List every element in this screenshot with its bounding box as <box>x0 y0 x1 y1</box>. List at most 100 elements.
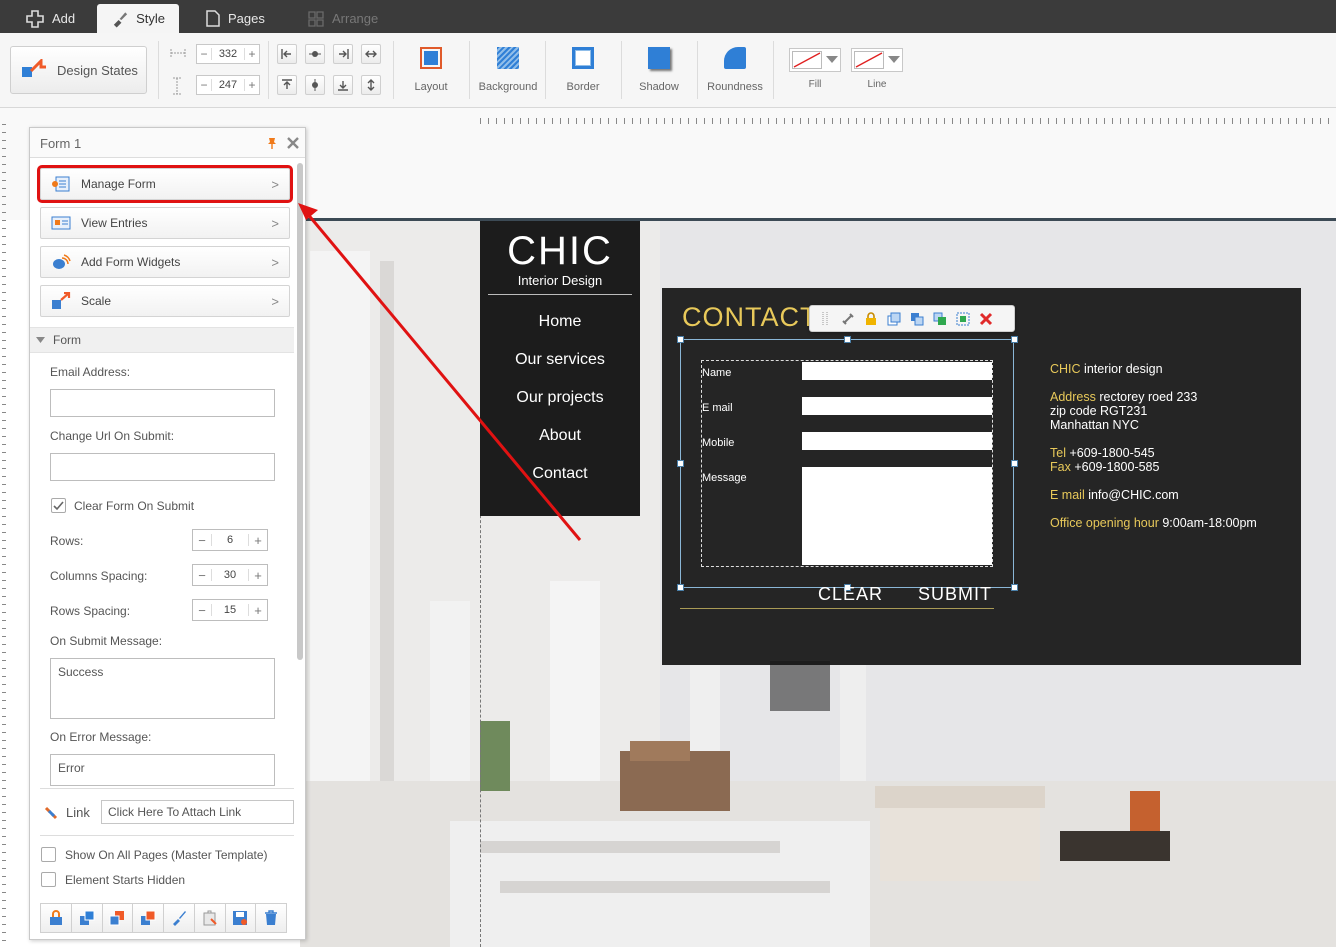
decrement-button[interactable]: − <box>193 533 211 548</box>
height-value[interactable]: 247 <box>211 79 245 91</box>
drag-handle-icon[interactable] <box>816 310 834 328</box>
bring-to-front-button[interactable] <box>70 903 103 933</box>
lock-icon[interactable] <box>862 310 880 328</box>
rows-spacing-value[interactable]: 15 <box>211 604 249 616</box>
starts-hidden-checkbox[interactable] <box>41 872 56 887</box>
send-to-back-button[interactable] <box>101 903 134 933</box>
nav-item-about[interactable]: About <box>480 417 640 455</box>
clear-button[interactable]: CLEAR <box>818 584 883 605</box>
contact-section[interactable]: CONTACT Name E mail Mobile Message CLEAR… <box>662 288 1301 665</box>
align-middle-button[interactable] <box>305 75 325 95</box>
resize-handle[interactable] <box>1011 460 1018 467</box>
increment-button[interactable]: + <box>249 603 267 618</box>
email-address-input[interactable] <box>50 389 275 417</box>
manage-form-button[interactable]: Manage Form > <box>37 165 293 203</box>
tab-pages[interactable]: Pages <box>192 4 279 33</box>
shadow-tool[interactable]: Shadow <box>624 45 694 93</box>
panel-scrollbar[interactable] <box>297 163 303 660</box>
tab-add[interactable]: Add <box>12 4 89 33</box>
error-message-textarea[interactable]: Error <box>50 754 275 786</box>
email-input[interactable] <box>802 397 992 415</box>
delete-icon[interactable] <box>977 310 995 328</box>
send-backward-icon[interactable] <box>931 310 949 328</box>
link-icon[interactable] <box>839 310 857 328</box>
master-template-checkbox[interactable] <box>41 847 56 862</box>
duplicate-button[interactable] <box>132 903 164 933</box>
width-stepper[interactable]: − 332 + <box>196 44 260 64</box>
roundness-tool[interactable]: Roundness <box>700 45 770 93</box>
add-form-widgets-button[interactable]: Add Form Widgets > <box>40 246 290 278</box>
close-icon[interactable] <box>287 137 299 149</box>
panel-header[interactable]: Form 1 <box>30 128 305 158</box>
name-input[interactable] <box>802 362 992 380</box>
rows-spacing-stepper[interactable]: − 15 + <box>192 599 268 621</box>
rows-stepper[interactable]: − 6 + <box>192 529 268 551</box>
increment-button[interactable]: + <box>249 533 267 548</box>
mobile-input[interactable] <box>802 432 992 450</box>
resize-handle[interactable] <box>1011 336 1018 343</box>
align-bottom-button[interactable] <box>333 75 353 95</box>
panel-divider <box>40 835 294 836</box>
height-stepper[interactable]: − 247 + <box>196 75 260 95</box>
style-brush-button[interactable] <box>163 903 195 933</box>
nav-item-home[interactable]: Home <box>480 303 640 341</box>
tab-style[interactable]: Style <box>97 4 179 33</box>
decrement-button[interactable]: − <box>193 603 211 618</box>
border-icon <box>572 47 594 69</box>
decrement-button[interactable]: − <box>197 78 211 92</box>
nav-item-services[interactable]: Our services <box>480 341 640 379</box>
scale-button[interactable]: Scale > <box>40 285 290 317</box>
delete-element-button[interactable] <box>255 903 287 933</box>
lock-element-button[interactable] <box>40 903 72 933</box>
decrement-button[interactable]: − <box>197 47 211 61</box>
columns-spacing-stepper[interactable]: − 30 + <box>192 564 268 586</box>
view-entries-button[interactable]: View Entries > <box>40 207 290 239</box>
paste-style-button[interactable] <box>193 903 226 933</box>
message-label: Message <box>702 472 747 484</box>
layout-tool[interactable]: Layout <box>396 45 466 93</box>
align-left-button[interactable] <box>277 44 297 64</box>
tab-arrange[interactable]: Arrange <box>294 4 392 33</box>
change-url-input[interactable] <box>50 453 275 481</box>
line-dropdown[interactable] <box>851 48 903 72</box>
lock-icon <box>49 910 62 925</box>
duplicate-icon[interactable] <box>885 310 903 328</box>
submit-message-textarea[interactable]: Success <box>50 658 275 719</box>
increment-button[interactable]: + <box>249 568 267 583</box>
site-navigation[interactable]: CHIC Interior Design Home Our services O… <box>480 221 640 516</box>
group-icon[interactable] <box>954 310 972 328</box>
columns-spacing-value[interactable]: 30 <box>211 569 249 581</box>
resize-handle[interactable] <box>677 336 684 343</box>
save-element-button[interactable] <box>224 903 257 933</box>
design-states-button[interactable]: Design States <box>10 46 147 94</box>
increment-button[interactable]: + <box>245 47 259 61</box>
stretch-vertical-button[interactable] <box>361 75 381 95</box>
nav-item-projects[interactable]: Our projects <box>480 379 640 417</box>
align-top-button[interactable] <box>277 75 297 95</box>
pin-icon[interactable] <box>267 137 277 149</box>
form-section-header[interactable]: Form <box>30 327 294 353</box>
resize-handle[interactable] <box>677 460 684 467</box>
align-right-button[interactable] <box>333 44 353 64</box>
border-tool[interactable]: Border <box>548 45 618 93</box>
caret-down-icon <box>36 336 45 343</box>
increment-button[interactable]: + <box>245 78 259 92</box>
resize-handle[interactable] <box>1011 584 1018 591</box>
resize-handle[interactable] <box>677 584 684 591</box>
align-center-button[interactable] <box>305 44 325 64</box>
rows-value[interactable]: 6 <box>211 534 249 546</box>
nav-item-contact[interactable]: Contact <box>480 455 640 493</box>
resize-handle[interactable] <box>844 336 851 343</box>
submit-button[interactable]: SUBMIT <box>918 584 992 605</box>
width-value[interactable]: 332 <box>211 48 245 60</box>
background-tool[interactable]: Background <box>473 45 543 93</box>
chevron-right-icon: > <box>271 293 279 309</box>
fill-dropdown[interactable] <box>789 48 841 72</box>
canvas-top-border <box>300 218 1336 221</box>
stretch-horizontal-button[interactable] <box>361 44 381 64</box>
message-textarea[interactable] <box>802 467 992 565</box>
clear-form-checkbox[interactable] <box>51 498 66 513</box>
bring-forward-icon[interactable] <box>908 310 926 328</box>
attach-link-input[interactable]: Click Here To Attach Link <box>101 800 294 824</box>
decrement-button[interactable]: − <box>193 568 211 583</box>
